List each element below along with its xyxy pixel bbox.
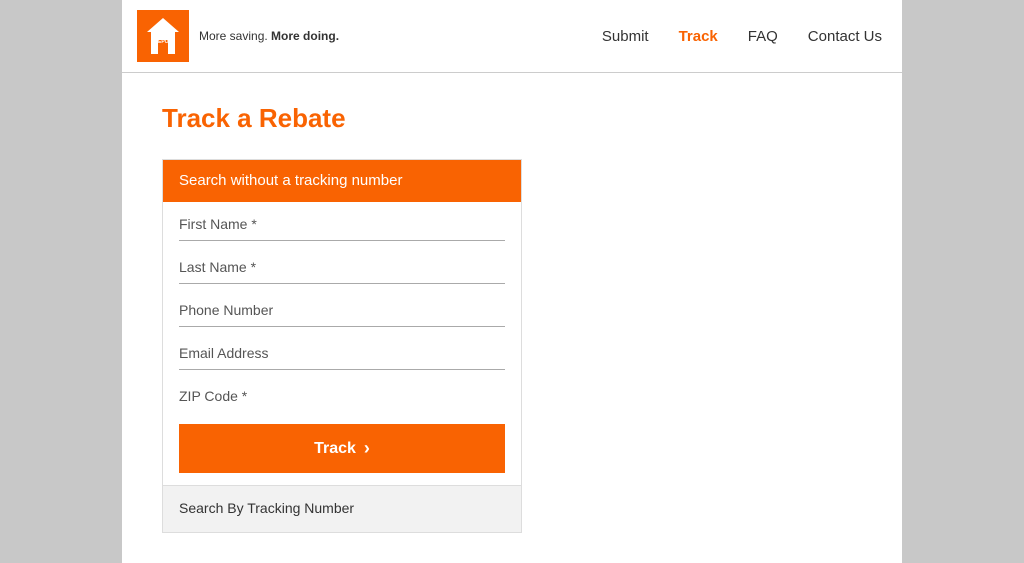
phone-field-group bbox=[179, 288, 505, 327]
page-title: Track a Rebate bbox=[162, 103, 862, 134]
email-field-group bbox=[179, 331, 505, 370]
form-header: Search without a tracking number bbox=[163, 160, 521, 202]
last-name-input[interactable] bbox=[179, 259, 505, 275]
tracking-number-section[interactable]: Search By Tracking Number bbox=[163, 485, 521, 532]
main-nav: Submit Track FAQ Contact Us bbox=[602, 28, 882, 45]
page-body: Track a Rebate Search without a tracking… bbox=[122, 73, 902, 563]
svg-text:DEPOT: DEPOT bbox=[154, 39, 171, 45]
last-name-field-group bbox=[179, 245, 505, 284]
nav-faq[interactable]: FAQ bbox=[748, 28, 778, 45]
tagline: More saving. More doing. bbox=[199, 27, 339, 45]
search-form-card: Search without a tracking number bbox=[162, 159, 522, 533]
tagline-bold: More doing. bbox=[271, 29, 339, 43]
zip-input[interactable] bbox=[179, 388, 505, 404]
nav-contact[interactable]: Contact Us bbox=[808, 28, 882, 45]
logo-area: THE HOME DEPOT More saving. More doing. bbox=[137, 10, 339, 62]
form-fields bbox=[163, 202, 521, 412]
svg-text:THE: THE bbox=[157, 26, 169, 32]
nav-track[interactable]: Track bbox=[679, 28, 718, 45]
site-header: THE HOME DEPOT More saving. More doing. … bbox=[122, 0, 902, 73]
first-name-field-group bbox=[179, 202, 505, 241]
phone-input[interactable] bbox=[179, 302, 505, 318]
form-header-label: Search without a tracking number bbox=[179, 172, 402, 189]
first-name-input[interactable] bbox=[179, 216, 505, 232]
home-depot-logo-svg: THE HOME DEPOT bbox=[137, 10, 189, 62]
email-input[interactable] bbox=[179, 345, 505, 361]
tracking-number-label: Search By Tracking Number bbox=[179, 500, 354, 516]
track-arrow-icon: › bbox=[364, 438, 370, 459]
nav-submit[interactable]: Submit bbox=[602, 28, 649, 45]
track-button[interactable]: Track › bbox=[179, 424, 505, 473]
track-button-label: Track bbox=[314, 440, 356, 458]
zip-field-group bbox=[179, 374, 505, 412]
logo-icon: THE HOME DEPOT bbox=[137, 10, 189, 62]
